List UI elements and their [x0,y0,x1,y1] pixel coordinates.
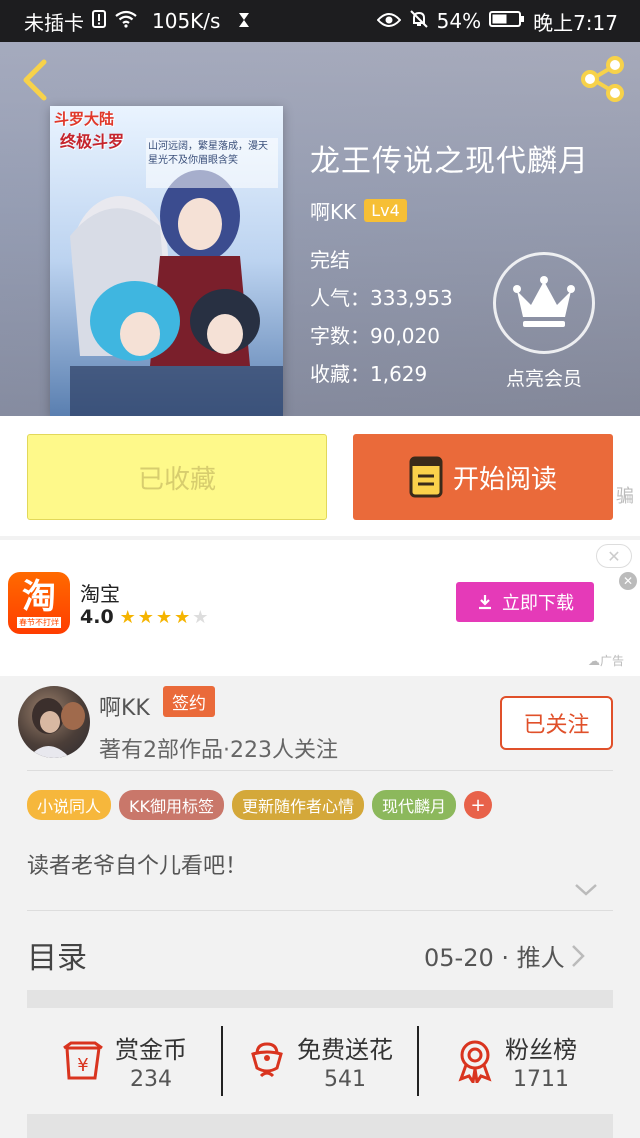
book-popularity: 人气：333,953 [310,286,453,310]
book-status: 完结 [310,248,350,272]
section-separator [27,1114,613,1138]
start-reading-label: 开始阅读 [452,464,557,495]
vip-label[interactable]: 点亮会员 [500,364,588,391]
star-rating-icon: ★★★★★ [119,606,211,628]
author-name[interactable]: 啊KK [99,690,150,722]
book-header: 斗罗大陆 终极斗罗 山河远阔，繁星落成，漫天星光不及你眉眼含笑 龙王传说之现代麟… [0,42,640,416]
close-small-icon: ✕ [622,574,634,588]
eye-icon [376,9,401,33]
start-reading-button[interactable]: 开始阅读 [353,434,613,520]
tag-item[interactable]: 现代麟月 [372,790,457,820]
book-icon [409,456,443,498]
status-right: 54% 晚上7:17 [376,7,618,36]
book-description: 读者老爷自个儿看吧！ [27,854,248,879]
followed-button[interactable]: 已关注 [500,696,613,750]
ad-tag: ☁广告 [588,654,625,668]
ad-rating: 4.0 ★★★★★ [80,606,210,628]
cover-blurb: 山河远阔，繁星落成，漫天星光不及你眉眼含笑 [148,141,268,166]
share-icon [581,56,624,102]
carrier-label: 未插卡 [24,10,84,35]
ad-close-button[interactable]: ✕ [596,544,632,568]
chevron-right-icon [571,944,585,967]
send-flower-text: 免费送花 541 [297,1030,393,1092]
add-tag-button[interactable]: + [464,791,493,819]
network-speed: 105K/s [152,9,221,33]
ad-logo-sub: 春节不打烊 [17,616,61,628]
divider [27,770,613,771]
author-info: 著有2部作品·223人关注 [99,738,338,763]
toc-latest-button[interactable]: 05-20 · 推人 [424,938,585,973]
ad-logo-char: 淘 [22,576,56,617]
toc-latest: 05-20 · 推人 [424,944,565,972]
back-button[interactable] [16,56,56,104]
section-separator [27,990,613,1008]
send-flower-button[interactable]: 免费送花 541 [223,1022,417,1100]
clock: 晚上7:17 [533,10,618,35]
vip-button[interactable] [493,252,595,354]
cover-title-text: 斗罗大陆 [54,110,115,128]
ad-download-button[interactable]: 立即下载 [456,582,594,622]
level-badge: Lv4 [364,199,407,222]
share-button[interactable] [578,54,628,104]
author-section: 啊KK 签约 著有2部作品·223人关注 已关注 小说同人 KK御用标签 更新随… [0,676,640,1138]
crown-icon [513,276,575,327]
book-favorites: 收藏：1,629 [310,362,428,386]
stat-value: 541 [324,1067,366,1092]
stats-row: ¥ 赏金币 234 免费送花 541 粉丝榜 1711 [27,1022,613,1100]
tag-item[interactable]: KK御用标签 [119,790,225,820]
tag-item[interactable]: 更新随作者心情 [232,790,365,820]
battery-icon [489,9,525,33]
reward-coins-button[interactable]: ¥ 赏金币 234 [27,1022,221,1100]
toc-title[interactable]: 目录 [27,933,87,977]
chevron-left-icon [23,59,47,101]
hourglass-icon [238,9,250,33]
tag-item[interactable]: 小说同人 [27,790,112,820]
ad-banner[interactable]: 淘 春节不打烊 淘宝 4.0 ★★★★★ 立即下载 ✕ ✕ ☁广告 [0,540,640,676]
close-icon: ✕ [607,546,621,566]
book-word-count: 字数：90,020 [310,324,440,348]
author-name[interactable]: 啊KK [310,196,356,225]
svg-text:¥: ¥ [77,1055,88,1076]
medal-icon [458,1040,492,1083]
download-icon [479,595,491,610]
ad-rating-value: 4.0 [80,606,114,628]
signed-badge: 签约 [163,686,215,717]
mute-bell-icon [409,9,429,34]
ad-app-name: 淘宝 [80,582,120,606]
stat-label: 赏金币 [115,1036,187,1064]
stat-label: 免费送花 [297,1036,393,1064]
book-title: 龙王传说之现代麟月 [310,144,589,179]
collected-button[interactable]: 已收藏 [27,434,327,520]
reward-coins-text: 赏金币 234 [115,1030,187,1092]
sim-alert-icon [92,9,106,33]
author-row[interactable]: 啊KK Lv4 [310,196,407,225]
fan-ranking-text: 粉丝榜 1711 [505,1030,577,1092]
avatar[interactable] [18,686,90,758]
ad-dismiss-button[interactable]: ✕ [619,572,637,590]
flower-icon [251,1042,283,1078]
ad-download-label: 立即下载 [502,593,574,614]
status-left: 未插卡 105K/s [24,7,250,36]
taobao-logo-icon: 淘 春节不打烊 [8,572,70,634]
divider [27,910,613,911]
stat-label: 粉丝榜 [505,1036,577,1064]
avatar-image [28,698,85,758]
action-bar: 已收藏 开始阅读 骗 [0,416,640,536]
chevron-down-icon [575,884,597,896]
tag-list: 小说同人 KK御用标签 更新随作者心情 现代麟月 + [27,790,493,820]
reward-coin-icon: ¥ [63,1041,103,1080]
wifi-icon [114,9,138,33]
expand-button[interactable] [574,882,598,901]
battery-percent: 54% [436,9,482,33]
book-cover[interactable]: 斗罗大陆 终极斗罗 山河远阔，繁星落成，漫天星光不及你眉眼含笑 [50,106,283,416]
status-bar: 未插卡 105K/s 54% 晚上7:17 [0,0,640,42]
stat-value: 234 [130,1067,172,1092]
offscreen-text-fragment: 骗 [616,486,634,507]
fan-ranking-button[interactable]: 粉丝榜 1711 [419,1022,613,1100]
cover-subtitle-text: 终极斗罗 [60,132,125,151]
stat-value: 1711 [513,1067,569,1092]
